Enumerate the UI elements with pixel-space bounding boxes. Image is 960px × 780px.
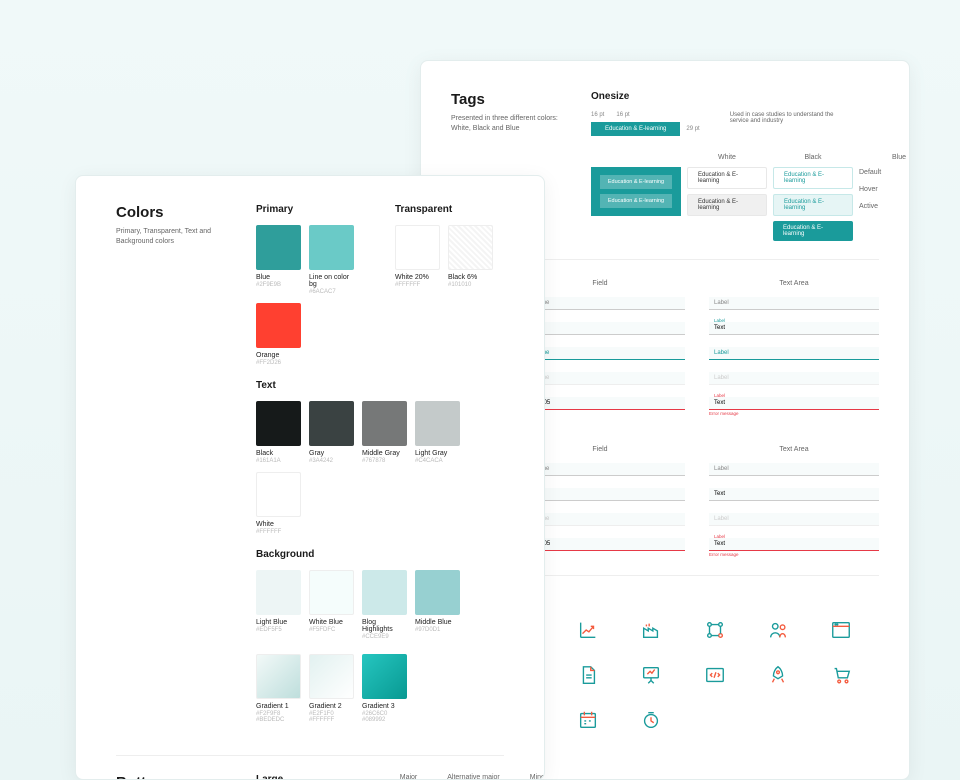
m-area-default[interactable]: Label [709,463,879,476]
background-swatches: Light Blue#EDF5F5 White Blue#F5FDFC Blog… [256,570,504,640]
buttons-title: Buttons [116,774,226,780]
colors-section: Colors Primary, Transparent, Text and Ba… [116,204,504,737]
m-area-filled[interactable]: Text [709,488,879,501]
calendar-icon [577,709,626,736]
tag-col-white: White [687,154,767,161]
onesize-title: Onesize [591,91,910,102]
code-icon [704,664,753,691]
clock-icon [640,709,689,736]
m-area-error[interactable]: Text [709,538,879,551]
background-title: Background [256,549,504,560]
area-disable: Label [709,372,879,385]
tag-blue-default[interactable]: Education & E-learning [773,167,853,189]
tag-white-column-bg: Education & E-learning Education & E-lea… [591,167,681,216]
large-title: Large [256,774,316,780]
onesize-dims: 16 pt 16 pt [591,112,700,118]
document-icon [577,664,626,691]
area-default[interactable]: Label [709,297,879,310]
rocket-icon [767,664,816,691]
browser-icon [830,619,879,646]
m-area-disable: Label [709,513,879,526]
area-filled[interactable]: Text [709,322,879,335]
colors-desc: Primary, Transparent, Text and Backgroun… [116,227,226,247]
text-title: Text [256,380,504,391]
tag-blue-active[interactable]: Education & E-learning [773,221,853,241]
growth-chart-icon [577,619,626,646]
primary-title: Primary [256,204,365,215]
text-swatches: Black#161A1A Gray#3A4242 Middle Gray#767… [256,401,504,535]
team-icon [767,619,816,646]
tag-col-black: Black [773,154,853,161]
tag-blue-hover[interactable]: Education & E-learning [773,194,853,216]
primary-swatches: Blue#2F9E9B Line on color bg#6ACAC7 Oran… [256,225,365,366]
tag-black-hover[interactable]: Education & E-learning [687,194,767,216]
area-hover[interactable]: Label [709,347,879,360]
tag-white-hover[interactable]: Education & E-learning [600,194,672,208]
factory-icon [640,619,689,646]
buttons-section: Buttons Major, Alternative major and Min… [116,774,504,780]
tags-desc: Presented in three different colors: Whi… [451,114,561,134]
presentation-icon [640,664,689,691]
tag-white-default[interactable]: Education & E-learning [600,175,672,189]
connection-icon [704,619,753,646]
panel-colors-buttons: Colors Primary, Transparent, Text and Ba… [75,175,545,780]
tag-col-blue: Blue [859,154,910,161]
tag-black-default[interactable]: Education & E-learning [687,167,767,189]
transparent-title: Transparent [395,204,504,215]
onesize-helper: Used in case studies to understand the s… [730,112,850,124]
cart-icon [830,664,879,691]
onesize-tag-demo[interactable]: Education & E-learning [591,122,680,136]
colors-title: Colors [116,204,226,221]
tags-title: Tags [451,91,561,108]
transparent-swatches: White 20%#FFFFFF Black 6%#101010 [395,225,504,288]
area-error[interactable]: Text [709,397,879,410]
